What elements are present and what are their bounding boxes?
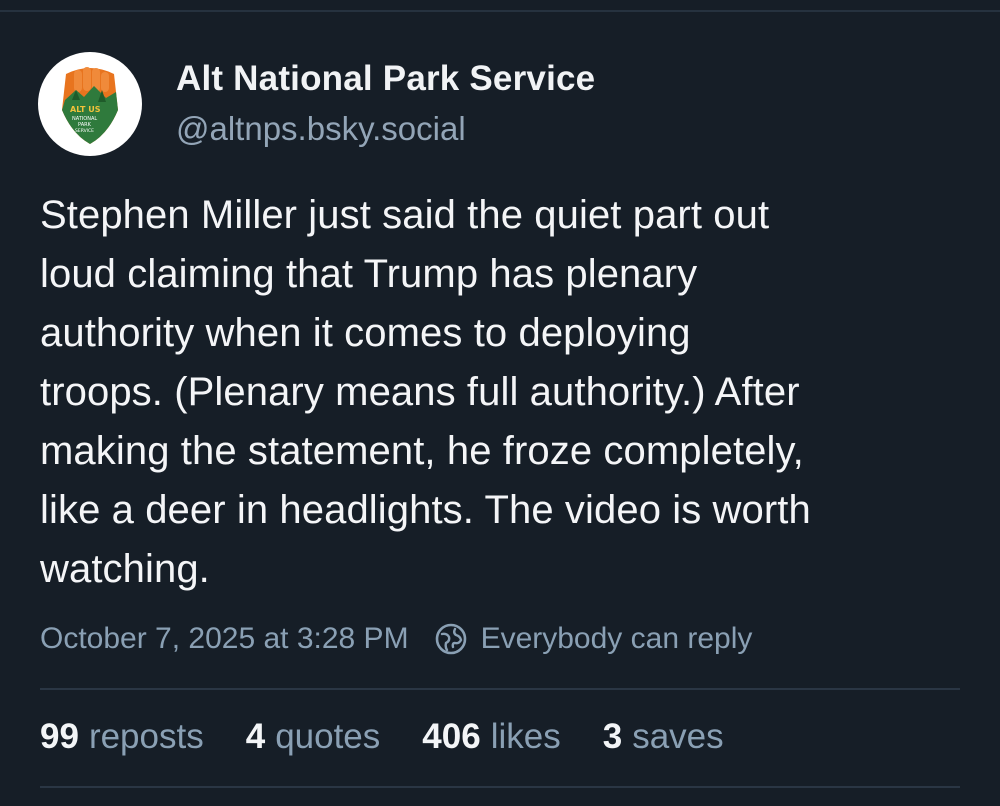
post-body-text: Stephen Miller just said the quiet part … bbox=[40, 193, 811, 591]
post-view: ALT US NATIONAL PARK SERVICE Alt Nationa… bbox=[0, 0, 1000, 806]
reply-setting[interactable]: Everybody can reply bbox=[433, 621, 753, 657]
post-timestamp[interactable]: October 7, 2025 at 3:28 PM bbox=[40, 622, 409, 656]
author-handle[interactable]: @altnps.bsky.social bbox=[176, 107, 595, 151]
stats-top-divider bbox=[40, 688, 960, 690]
top-divider bbox=[0, 10, 1000, 12]
stat-label: likes bbox=[490, 717, 561, 756]
stat-label: quotes bbox=[275, 717, 381, 756]
stats-bottom-divider bbox=[40, 786, 960, 788]
post-author-header[interactable]: ALT US NATIONAL PARK SERVICE Alt Nationa… bbox=[38, 52, 595, 156]
avatar-lettering: ALT US bbox=[70, 105, 101, 114]
engagement-stats: 99 reposts 4 quotes 406 likes 3 saves bbox=[40, 712, 766, 762]
stat-likes[interactable]: 406 likes bbox=[422, 717, 560, 757]
stat-label: reposts bbox=[88, 717, 204, 756]
avatar-lettering: SERVICE bbox=[75, 128, 94, 134]
stat-count: 3 bbox=[602, 717, 623, 756]
author-names: Alt National Park Service @altnps.bsky.s… bbox=[176, 57, 595, 151]
stat-count: 4 bbox=[245, 717, 266, 756]
stat-count: 406 bbox=[422, 717, 481, 756]
reply-setting-label: Everybody can reply bbox=[480, 622, 753, 655]
avatar-lettering: PARK bbox=[78, 122, 92, 128]
stat-label: saves bbox=[632, 717, 724, 756]
stat-saves[interactable]: 3 saves bbox=[603, 717, 724, 757]
stat-count: 99 bbox=[40, 717, 79, 756]
globe-icon bbox=[433, 621, 469, 657]
alt-nps-logo-icon: ALT US NATIONAL PARK SERVICE bbox=[40, 54, 140, 154]
stat-reposts[interactable]: 99 reposts bbox=[40, 717, 204, 757]
post-meta: October 7, 2025 at 3:28 PM Everybody can… bbox=[40, 616, 752, 662]
stat-quotes[interactable]: 4 quotes bbox=[246, 717, 381, 757]
author-display-name[interactable]: Alt National Park Service bbox=[176, 57, 595, 101]
avatar[interactable]: ALT US NATIONAL PARK SERVICE bbox=[38, 52, 142, 156]
